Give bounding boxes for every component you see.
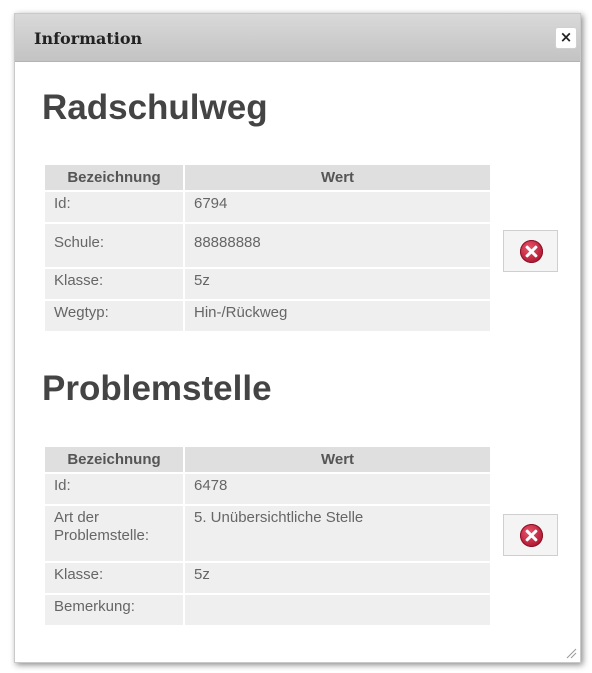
delete-x-icon [520, 240, 543, 263]
row-label: Art der Problemstelle: [45, 506, 183, 561]
column-header-wert: Wert [183, 447, 490, 472]
row-value: 5z [183, 563, 490, 593]
column-header-bezeichnung: Bezeichnung [45, 165, 183, 190]
close-button[interactable]: × [555, 27, 577, 49]
delete-x-icon [520, 524, 543, 547]
row-label: Klasse: [45, 563, 183, 593]
information-dialog: Information × Radschulweg Bezeichnung We… [14, 13, 581, 663]
table-row: Id: 6794 [45, 192, 490, 222]
delete-problemstelle-button[interactable] [503, 514, 558, 556]
row-label: Wegtyp: [45, 301, 183, 331]
section-heading-radschulweg: Radschulweg [42, 88, 268, 127]
row-value: 6794 [183, 192, 490, 222]
table-row: Id: 6478 [45, 474, 490, 504]
table-row: Klasse: 5z [45, 269, 490, 299]
problemstelle-table: Bezeichnung Wert Id: 6478 Art der Proble… [45, 445, 490, 627]
table-row: Art der Problemstelle: 5. Unübersichtlic… [45, 506, 490, 561]
section-heading-problemstelle: Problemstelle [42, 369, 272, 408]
row-value: 88888888 [183, 224, 490, 267]
column-header-bezeichnung: Bezeichnung [45, 447, 183, 472]
column-header-wert: Wert [183, 165, 490, 190]
table-row: Klasse: 5z [45, 563, 490, 593]
resize-grip-icon[interactable] [565, 647, 577, 659]
delete-radschulweg-button[interactable] [503, 230, 558, 272]
row-value: 5. Unübersichtliche Stelle [183, 506, 490, 561]
row-label: Bemerkung: [45, 595, 183, 625]
row-value: 6478 [183, 474, 490, 504]
row-value [183, 595, 490, 625]
dialog-titlebar[interactable]: Information × [15, 14, 580, 62]
table-row: Bemerkung: [45, 595, 490, 625]
dialog-title: Information [34, 29, 143, 48]
table-header-row: Bezeichnung Wert [45, 447, 490, 472]
table-row: Schule: 88888888 [45, 224, 490, 267]
row-label: Schule: [45, 224, 183, 267]
close-icon: × [559, 28, 573, 46]
table-header-row: Bezeichnung Wert [45, 165, 490, 190]
radschulweg-table: Bezeichnung Wert Id: 6794 Schule: 888888… [45, 163, 490, 333]
row-label: Klasse: [45, 269, 183, 299]
row-label: Id: [45, 474, 183, 504]
row-value: 5z [183, 269, 490, 299]
row-value: Hin-/Rückweg [183, 301, 490, 331]
row-label: Id: [45, 192, 183, 222]
table-row: Wegtyp: Hin-/Rückweg [45, 301, 490, 331]
